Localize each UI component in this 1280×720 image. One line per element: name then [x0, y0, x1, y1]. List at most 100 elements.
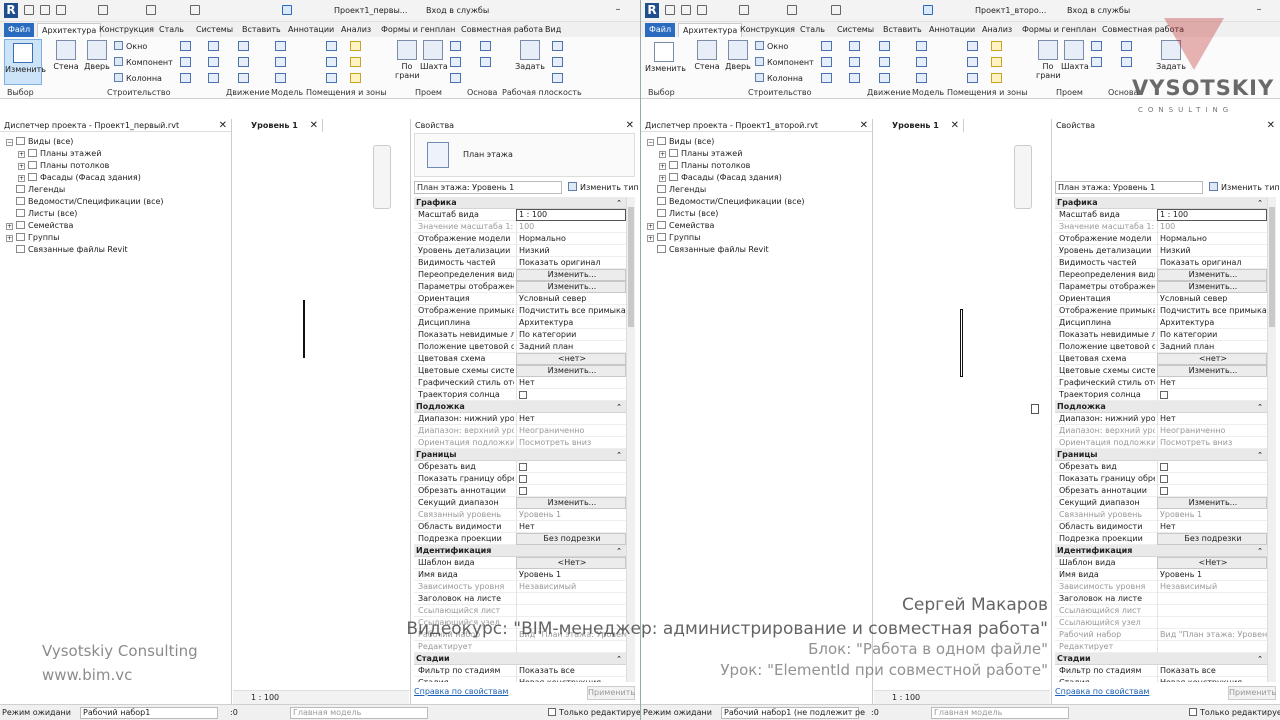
mullion-icon[interactable] [208, 73, 219, 83]
drawing-area[interactable]: Уровень 1 ✕ 1 : 100 [874, 119, 1050, 704]
collapse-icon[interactable]: ⌃ [1257, 401, 1263, 413]
property-value[interactable]: 1 : 100 [516, 209, 626, 221]
property-value[interactable]: Новая конструкция [516, 677, 626, 682]
signin-link[interactable]: Вход в службы [426, 6, 489, 15]
collapse-icon[interactable]: ⌃ [1257, 653, 1263, 665]
property-value[interactable] [516, 593, 626, 605]
property-value[interactable]: Новая конструкция [1157, 677, 1267, 682]
close-icon[interactable]: ✕ [860, 119, 868, 132]
mullion-icon[interactable] [849, 73, 860, 83]
design-option-dropdown[interactable]: Главная модель [290, 707, 428, 719]
property-edit-button[interactable]: Изменить... [1157, 365, 1267, 377]
property-edit-button[interactable]: Изменить... [516, 281, 626, 293]
model-line-icon[interactable] [275, 57, 286, 67]
property-value[interactable]: Низкий [1157, 245, 1267, 257]
property-value[interactable] [516, 461, 626, 473]
expand-icon[interactable]: + [659, 175, 666, 182]
ceiling-icon[interactable] [821, 57, 832, 67]
expand-icon[interactable]: + [647, 223, 654, 230]
collapse-icon[interactable]: − [647, 139, 654, 146]
design-option-dropdown[interactable]: Главная модель [931, 707, 1069, 719]
modify-button[interactable]: Изменить [645, 39, 686, 73]
tab-analyze[interactable]: Анализ [337, 23, 375, 37]
revit-logo-icon[interactable]: R [4, 3, 18, 18]
properties-scrollbar[interactable] [1267, 197, 1276, 682]
navigation-bar[interactable] [373, 145, 391, 209]
modify-button[interactable]: Изменить [4, 39, 46, 85]
collapse-icon[interactable]: ⌃ [616, 401, 622, 413]
viewer-icon[interactable] [552, 73, 563, 83]
property-value[interactable]: Подчистить все примыка... [516, 305, 626, 317]
expand-icon[interactable]: + [647, 235, 654, 242]
instance-filter-dropdown[interactable]: План этажа: Уровень 1 [414, 181, 562, 194]
tree-item[interactable]: + Семейства [647, 220, 714, 232]
property-checkbox[interactable] [519, 487, 527, 495]
component-button[interactable]: Компонент [114, 57, 173, 67]
navigation-bar[interactable] [1014, 145, 1032, 209]
property-value[interactable]: Условный север [1157, 293, 1267, 305]
property-group-header[interactable]: Графика ⌃ [1055, 197, 1267, 209]
tab-collaborate[interactable]: Совместная работа [457, 23, 547, 37]
open-icon[interactable] [665, 5, 675, 15]
print-icon[interactable] [787, 5, 797, 15]
stair-icon[interactable] [879, 73, 890, 83]
window-button[interactable]: Окно [755, 41, 788, 51]
tree-item[interactable]: Листы (все) [6, 208, 77, 220]
tree-item[interactable]: + Группы [6, 232, 59, 244]
edit-type-button[interactable]: Изменить тип [568, 182, 639, 192]
wall-element[interactable] [303, 300, 305, 358]
curtain-system-icon[interactable] [849, 41, 860, 51]
curtain-grid-icon[interactable] [208, 57, 219, 67]
property-value[interactable]: Архитектура [1157, 317, 1267, 329]
property-value[interactable]: Уровень 1 [1157, 569, 1267, 581]
tab-view[interactable]: Вид [541, 23, 565, 37]
set-workplane-button[interactable]: Задать [515, 40, 545, 71]
properties-scrollbar[interactable] [626, 197, 635, 682]
stair-icon[interactable] [238, 73, 249, 83]
property-value[interactable]: Показать оригинал [516, 257, 626, 269]
property-value[interactable] [1157, 485, 1267, 497]
property-checkbox[interactable] [1160, 391, 1168, 399]
color-scheme-icon[interactable] [326, 73, 337, 83]
tab-systems[interactable]: Системы [833, 23, 878, 37]
property-value[interactable]: Нет [1157, 377, 1267, 389]
thin-lines-icon[interactable] [282, 5, 292, 15]
property-value[interactable]: Условный север [516, 293, 626, 305]
expand-icon[interactable]: + [18, 175, 25, 182]
show-workplane-icon[interactable] [552, 41, 563, 51]
door-button[interactable]: Дверь [724, 40, 752, 71]
property-value[interactable]: По категории [1157, 329, 1267, 341]
property-checkbox[interactable] [519, 475, 527, 483]
curtain-system-icon[interactable] [208, 41, 219, 51]
property-value[interactable] [516, 389, 626, 401]
drawing-area[interactable]: Уровень 1 ✕ 1 : 100 [233, 119, 409, 704]
curtain-grid-icon[interactable] [849, 57, 860, 67]
panel-rooms[interactable]: Помещения и зоны [306, 88, 387, 97]
view-tab[interactable]: Уровень 1 ✕ [874, 119, 964, 132]
ramp-icon[interactable] [879, 57, 890, 67]
tab-annotate[interactable]: Аннотации [284, 23, 338, 37]
tab-structure[interactable]: Конструкция [95, 23, 158, 37]
component-button[interactable]: Компонент [755, 57, 814, 67]
tab-annotate[interactable]: Аннотации [925, 23, 979, 37]
model-text-icon[interactable] [275, 41, 286, 51]
ramp-icon[interactable] [238, 57, 249, 67]
panel-rooms[interactable]: Помещения и зоны [947, 88, 1028, 97]
area-icon[interactable] [326, 57, 337, 67]
wall-button[interactable]: Стена [52, 40, 80, 71]
property-edit-button[interactable]: <нет> [1157, 353, 1267, 365]
shaft-button[interactable]: Шахта [1061, 40, 1089, 71]
property-value[interactable]: Нет [1157, 413, 1267, 425]
undo-icon[interactable] [98, 5, 108, 15]
expand-icon[interactable]: + [659, 163, 666, 170]
property-value[interactable]: 1 : 100 [1157, 209, 1267, 221]
property-value[interactable]: Нормально [1157, 233, 1267, 245]
tree-item[interactable]: Легенды [647, 184, 706, 196]
close-icon[interactable]: ✕ [310, 119, 318, 132]
shaft-button[interactable]: Шахта [420, 40, 448, 71]
sync-icon[interactable] [56, 5, 66, 15]
tree-item[interactable]: Ведомости/Спецификации (все) [6, 196, 164, 208]
apply-button[interactable]: Применить [587, 686, 635, 700]
property-value[interactable]: Показать оригинал [1157, 257, 1267, 269]
thin-lines-icon[interactable] [923, 5, 933, 15]
